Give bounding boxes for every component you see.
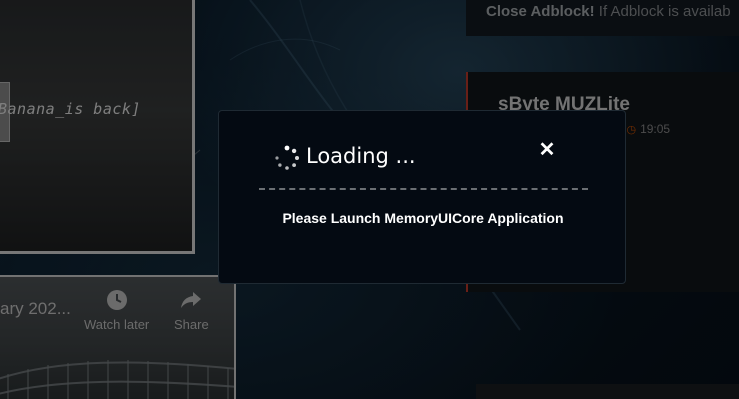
dialog-divider <box>259 188 588 190</box>
loading-dialog: Loading ... ✕ Please Launch MemoryUICore… <box>218 110 626 284</box>
spinner-icon <box>275 145 299 170</box>
close-icon[interactable]: ✕ <box>538 140 556 160</box>
dialog-message: Please Launch MemoryUICore Application <box>282 210 564 226</box>
dialog-title: Loading ... <box>306 144 416 168</box>
